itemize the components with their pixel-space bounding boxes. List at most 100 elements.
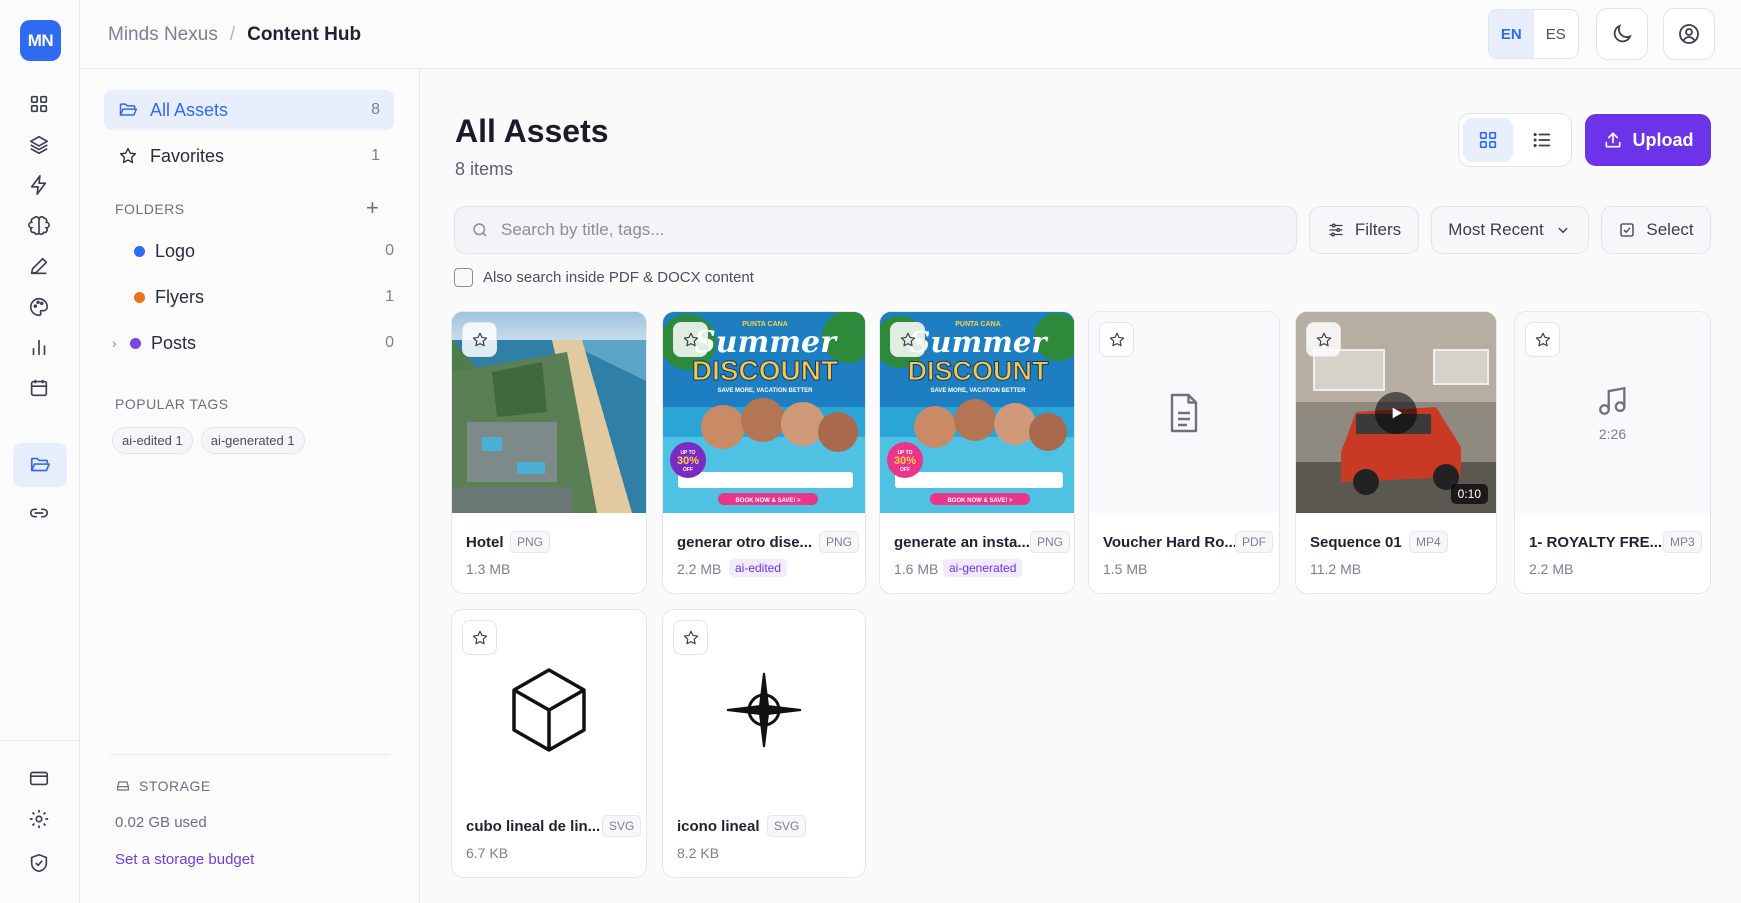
asset-size: 1.5 MB — [1103, 561, 1148, 577]
asset-name: icono lineal — [677, 818, 760, 835]
lang-en-button[interactable]: EN — [1489, 10, 1534, 58]
favorite-toggle[interactable] — [1099, 322, 1134, 357]
grid-view-button[interactable] — [1463, 118, 1513, 162]
storage-budget-link[interactable]: Set a storage budget — [115, 851, 254, 868]
search-input[interactable]: Search by title, tags... — [454, 206, 1297, 254]
asset-card[interactable]: cubo lineal de lin... SVG 6.7 KB — [451, 609, 647, 878]
account-button[interactable] — [1663, 8, 1715, 60]
star-icon — [472, 332, 487, 346]
asset-card[interactable]: Hotel PNG 1.3 MB — [451, 311, 647, 594]
flyer-badge-off-text: OFF — [683, 467, 693, 473]
asset-name: generate an insta... — [894, 534, 1030, 551]
asset-card[interactable]: 2:26 1- ROYALTY FRE... MP3 2.2 MB — [1514, 311, 1711, 594]
breadcrumb-root[interactable]: Minds Nexus — [108, 24, 218, 46]
search-icon — [473, 223, 487, 237]
grid-icon[interactable] — [20, 85, 58, 123]
storage-used: 0.02 GB used — [115, 814, 207, 831]
asset-type-badge: SVG — [602, 815, 642, 837]
asset-name: Sequence 01 — [1310, 534, 1402, 551]
folder-color-dot — [134, 245, 145, 257]
layers-icon[interactable] — [20, 126, 58, 164]
asset-type-badge: MP3 — [1663, 531, 1702, 553]
credit-card-icon[interactable] — [20, 759, 58, 797]
asset-name: Voucher Hard Ro... — [1103, 534, 1237, 551]
pen-icon[interactable] — [20, 247, 58, 285]
sidebar-item-all-assets[interactable]: All Assets 8 — [104, 90, 394, 130]
folder-open-icon[interactable] — [13, 443, 67, 487]
star-icon — [683, 630, 698, 644]
tag-chip[interactable]: ai-edited 1 — [112, 427, 193, 454]
moon-icon — [1613, 24, 1632, 43]
link-icon[interactable] — [20, 494, 58, 532]
star-icon — [1109, 332, 1124, 346]
list-view-button[interactable] — [1517, 118, 1567, 162]
folder-count: 0 — [385, 334, 394, 351]
favorite-toggle[interactable] — [1306, 322, 1341, 357]
asset-card[interactable]: Voucher Hard Ro... PDF 1.5 MB — [1088, 311, 1280, 594]
storage-divider — [110, 754, 390, 755]
folder-item-logo[interactable]: Logo 0 — [116, 233, 394, 269]
breadcrumb-current: Content Hub — [247, 24, 362, 45]
shield-check-icon[interactable] — [20, 844, 58, 882]
asset-type-badge: PNG — [510, 531, 551, 553]
asset-card[interactable]: PUNTA CANA Summer DISCOUNT SAVE MORE, VA… — [662, 311, 866, 594]
star-icon — [1316, 332, 1331, 346]
folder-item-posts[interactable]: › Posts 0 — [112, 325, 394, 361]
asset-card[interactable]: 0:10 Sequence 01 MP4 11.2 MB — [1295, 311, 1497, 594]
favorite-toggle[interactable] — [462, 620, 497, 655]
favorite-toggle[interactable] — [673, 322, 708, 357]
favorite-toggle[interactable] — [462, 322, 497, 357]
sort-label: Most Recent — [1448, 220, 1544, 239]
pdf-search-checkbox[interactable] — [454, 268, 473, 287]
favorite-toggle[interactable] — [890, 322, 925, 357]
tag-chip[interactable]: ai-generated 1 — [200, 427, 305, 454]
chevron-right-icon[interactable]: › — [112, 335, 130, 351]
folder-color-dot — [130, 337, 141, 349]
asset-card[interactable]: PUNTA CANA Summer DISCOUNT SAVE MORE, VA… — [879, 311, 1075, 594]
grid-icon — [1479, 131, 1497, 149]
filters-button[interactable]: Filters — [1309, 206, 1419, 254]
bolt-icon[interactable] — [20, 166, 58, 204]
play-button[interactable] — [1375, 391, 1417, 434]
folder-label: Posts — [151, 332, 197, 353]
app-logo[interactable]: MN — [20, 20, 61, 61]
view-toggle — [1458, 113, 1572, 167]
page-title: All Assets — [455, 113, 609, 149]
main-content: All Assets 8 items Upload Search by titl… — [421, 69, 1741, 903]
pdf-search-option[interactable]: Also search inside PDF & DOCX content — [454, 268, 754, 287]
gear-icon[interactable] — [20, 800, 58, 838]
upload-button[interactable]: Upload — [1585, 114, 1711, 166]
asset-name: Hotel — [466, 534, 504, 551]
favorite-toggle[interactable] — [1525, 322, 1560, 357]
lang-es-button[interactable]: ES — [1534, 10, 1579, 58]
brain-icon[interactable] — [20, 207, 58, 245]
folders-heading: FOLDERS — [115, 201, 185, 217]
star-icon — [1535, 332, 1550, 346]
tag-list: ai-edited 1 ai-generated 1 — [112, 427, 305, 454]
flyer-cta-text: BOOK NOW & SAVE! > — [947, 498, 1013, 504]
bar-chart-icon[interactable] — [20, 328, 58, 366]
flyer-line2-text: DISCOUNT — [908, 356, 1050, 386]
sidebar-item-favorites[interactable]: Favorites 1 — [104, 136, 394, 176]
asset-type-badge: MP4 — [1409, 531, 1448, 553]
flyer-tagline-text: SAVE MORE, VACATION BETTER — [930, 388, 1026, 394]
flyer-cta-text: BOOK NOW & SAVE! > — [735, 498, 801, 504]
asset-size: 6.7 KB — [466, 845, 509, 861]
select-button[interactable]: Select — [1601, 206, 1711, 254]
checkbox-icon — [1620, 223, 1635, 237]
list-icon — [1533, 132, 1551, 148]
asset-size: 8.2 KB — [677, 845, 720, 861]
sort-dropdown[interactable]: Most Recent — [1431, 206, 1589, 254]
folder-item-flyers[interactable]: Flyers 1 — [116, 279, 394, 315]
favorite-toggle[interactable] — [673, 620, 708, 655]
sidebar-item-count: 8 — [371, 101, 380, 118]
popular-tags-heading: POPULAR TAGS — [115, 396, 229, 412]
theme-toggle-button[interactable] — [1596, 8, 1648, 60]
calendar-icon[interactable] — [20, 369, 58, 407]
video-duration: 0:10 — [1450, 484, 1488, 504]
asset-card[interactable]: icono lineal SVG 8.2 KB — [662, 609, 866, 878]
asset-type-badge: SVG — [767, 815, 807, 837]
add-folder-button[interactable]: + — [366, 195, 379, 221]
palette-icon[interactable] — [20, 288, 58, 326]
asset-type-badge: PNG — [1030, 531, 1071, 553]
